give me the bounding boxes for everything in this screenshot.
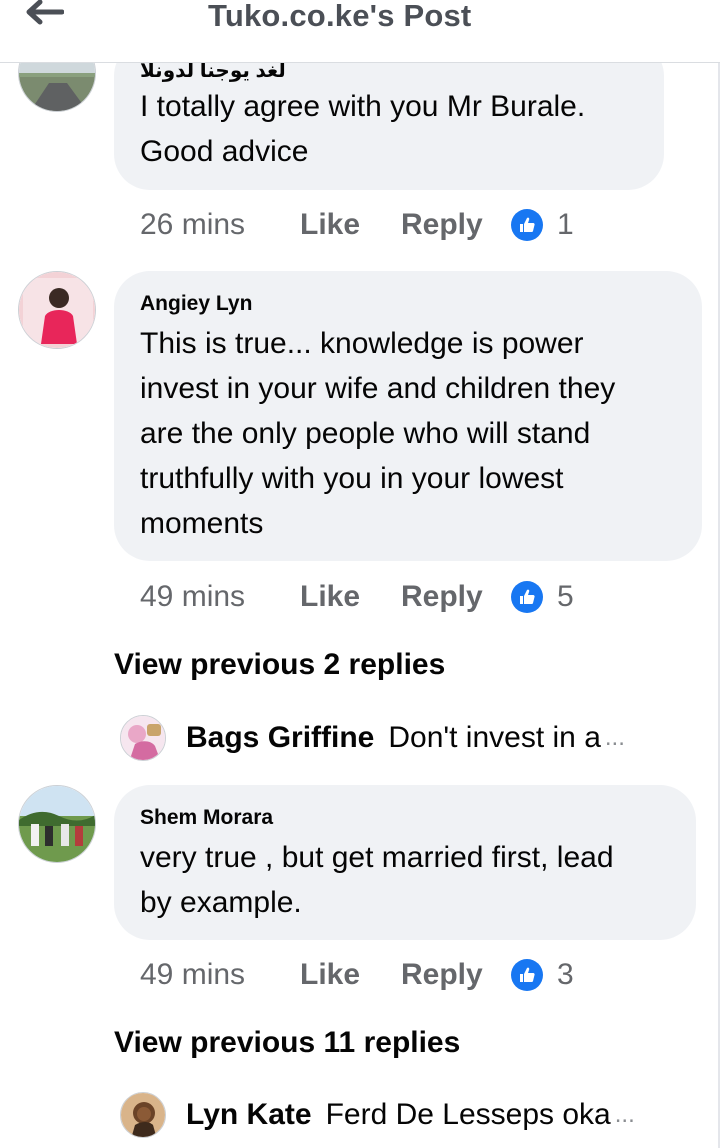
like-button[interactable]: Like [300, 958, 401, 992]
thumbs-up-icon [511, 959, 543, 991]
view-previous-replies[interactable]: View previous 2 replies [114, 648, 445, 682]
reaction-count: 1 [557, 208, 574, 241]
comment-actions: 49 mins Like Reply 5 [140, 577, 574, 617]
comment-text: invest in your wife and children they [140, 372, 616, 405]
like-button[interactable]: Like [300, 580, 401, 614]
reaction-summary[interactable]: 3 [511, 958, 574, 992]
reply-text: Ferd De Lesseps oka [325, 1098, 611, 1131]
avatar[interactable] [120, 715, 166, 761]
arrow-left-icon [26, 0, 65, 31]
back-button[interactable] [26, 0, 70, 30]
avatar[interactable] [120, 1092, 166, 1138]
reply-button[interactable]: Reply [401, 580, 511, 614]
comment-bubble[interactable]: Shem Morara very true , but get married … [114, 785, 696, 940]
comment-time[interactable]: 49 mins [140, 958, 300, 992]
reaction-count: 5 [557, 580, 574, 613]
comment-text: I totally agree with you Mr Burale. [140, 90, 586, 123]
reply-author[interactable]: Bags Griffine [186, 721, 374, 755]
reply-text: Don't invest in a [388, 721, 601, 754]
comment-text: very true , but get married first, lead [140, 841, 614, 874]
comment-time[interactable]: 26 mins [140, 208, 300, 242]
reply-button[interactable]: Reply [401, 958, 511, 992]
avatar[interactable] [18, 785, 96, 863]
reply-preview[interactable]: Bags Griffine Don't invest in a ... [120, 713, 680, 763]
comment-time[interactable]: 49 mins [140, 580, 300, 614]
thumbs-up-icon [511, 209, 543, 241]
like-button[interactable]: Like [300, 208, 401, 242]
comment-text: by example. [140, 886, 302, 919]
comment-author[interactable]: Shem Morara [140, 805, 273, 831]
page-title: Tuko.co.ke's Post [208, 0, 472, 33]
reply-button[interactable]: Reply [401, 208, 511, 242]
top-bar: Tuko.co.ke's Post [0, 0, 720, 63]
reaction-summary[interactable]: 5 [511, 580, 574, 614]
comment-actions: 26 mins Like Reply 1 [140, 205, 574, 245]
comment-text: are the only people who will stand [140, 417, 591, 450]
thumbs-up-icon [511, 581, 543, 613]
comment-author[interactable]: لغد يوجنا لدونلا [140, 60, 286, 82]
reaction-count: 3 [557, 958, 574, 991]
avatar[interactable] [18, 271, 96, 349]
truncation-ellipsis: ... [604, 724, 625, 751]
comment-author[interactable]: Angiey Lyn [140, 291, 252, 317]
truncation-ellipsis: ... [614, 1101, 635, 1128]
comment-text: moments [140, 507, 264, 540]
reply-preview[interactable]: Lyn Kate Ferd De Lesseps oka ... [120, 1090, 680, 1140]
reaction-summary[interactable]: 1 [511, 208, 574, 242]
comment-actions: 49 mins Like Reply 3 [140, 955, 574, 995]
view-previous-replies[interactable]: View previous 11 replies [114, 1026, 460, 1060]
comment-text: Good advice [140, 135, 309, 168]
reply-author[interactable]: Lyn Kate [186, 1098, 312, 1132]
comment-text: This is true... knowledge is power [140, 327, 584, 360]
comment-bubble[interactable]: Angiey Lyn This is true... knowledge is … [114, 271, 702, 561]
comment-text: truthfully with you in your lowest [140, 462, 564, 495]
